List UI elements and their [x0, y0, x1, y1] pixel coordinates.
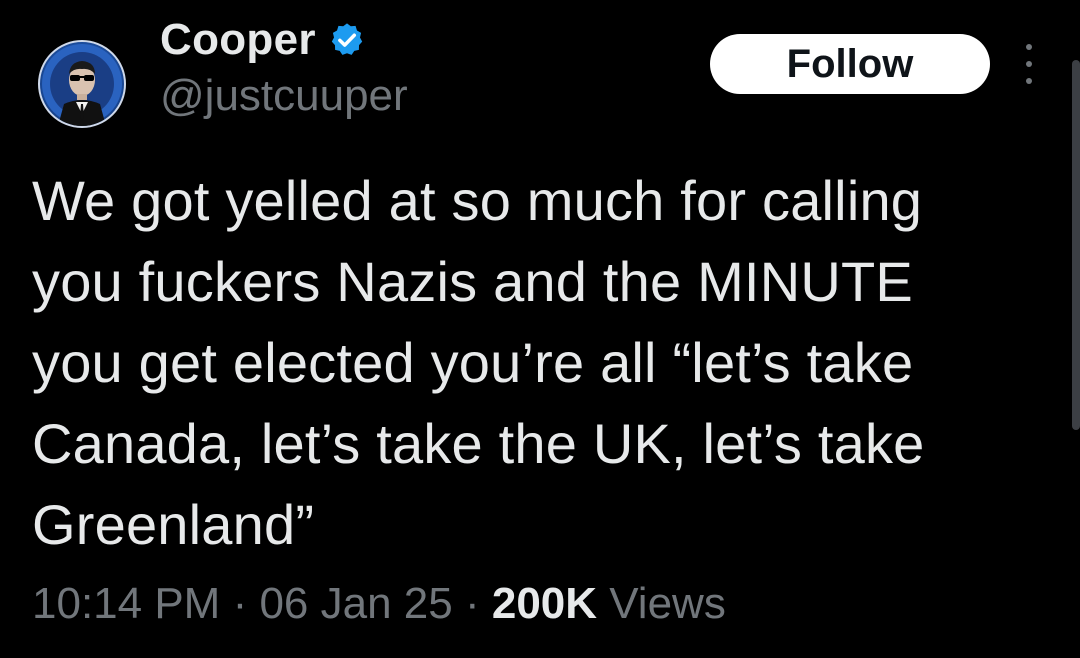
more-dot — [1026, 44, 1032, 50]
meta-separator: · — [220, 579, 260, 628]
follow-button[interactable]: Follow — [710, 34, 990, 94]
author-handle[interactable]: @justcuuper — [160, 74, 408, 118]
author-display-name[interactable]: Cooper — [160, 18, 316, 62]
scrollbar[interactable] — [1072, 60, 1080, 430]
more-dot — [1026, 78, 1032, 84]
more-dot — [1026, 61, 1032, 67]
author-name-row[interactable]: Cooper — [160, 12, 366, 68]
more-options-icon[interactable] — [1018, 44, 1040, 84]
avatar[interactable] — [38, 40, 126, 128]
views-label: Views — [597, 579, 726, 628]
tweet-date[interactable]: 06 Jan 25 — [259, 579, 452, 628]
views-count[interactable]: 200K — [492, 579, 597, 628]
meta-separator: · — [452, 579, 492, 628]
tweet-time[interactable]: 10:14 PM — [32, 579, 220, 628]
tweet-meta: 10:14 PM · 06 Jan 25 · 200K Views — [32, 582, 726, 626]
verified-badge-icon — [331, 23, 363, 55]
tweet-card: Cooper @justcuuper Follow We got yelled … — [0, 0, 1080, 658]
tweet-text: We got yelled at so much for calling you… — [32, 169, 925, 556]
avatar-image — [42, 44, 122, 126]
